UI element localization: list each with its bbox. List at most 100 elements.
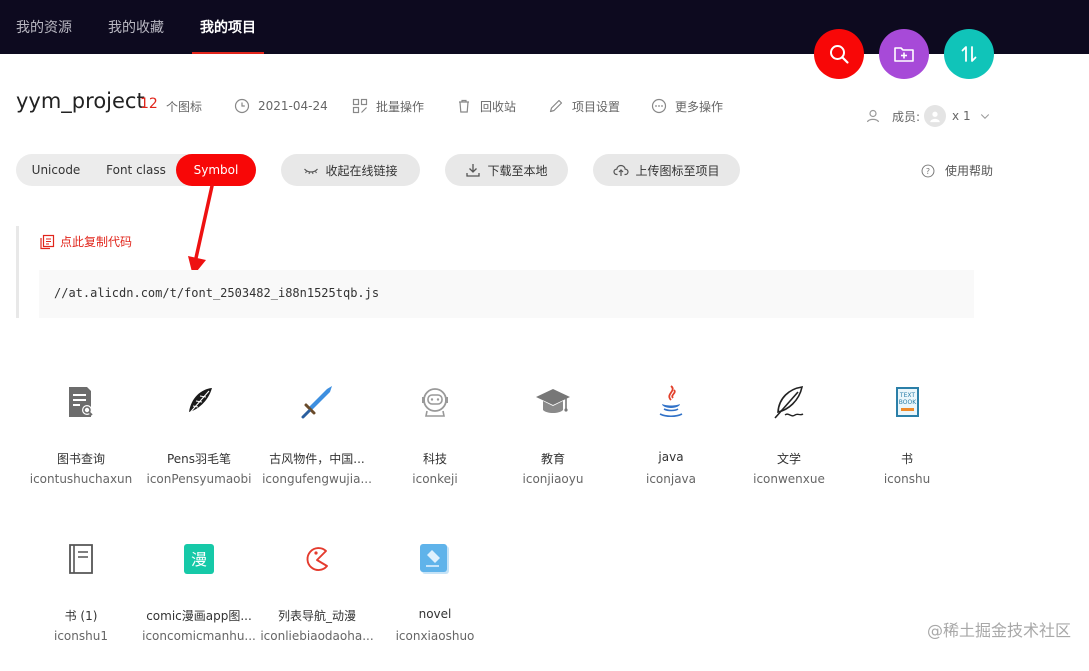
- copy-code-button[interactable]: 点此复制代码: [39, 233, 132, 250]
- sort-icon: [961, 46, 977, 62]
- help-label: 使用帮助: [945, 164, 994, 178]
- annotation-arrow: [188, 184, 214, 276]
- code-mode-switch: Unicode Font class Symbol: [16, 154, 256, 186]
- clock-icon: [234, 98, 250, 114]
- novel-icon: [420, 544, 449, 574]
- eye-closed-icon: [304, 168, 319, 175]
- textbook-icon: TEXT BOOK: [896, 387, 919, 417]
- icon-name: 列表导航_动漫: [277, 609, 356, 623]
- icon-class: iconliebiaodaoha...: [260, 629, 374, 643]
- svg-text:TEXT: TEXT: [899, 392, 915, 399]
- pacman-icon: [306, 547, 328, 571]
- icon-name: 图书查询: [56, 452, 105, 466]
- project-settings-button[interactable]: 项目设置: [548, 96, 620, 116]
- avatar: [924, 105, 947, 127]
- icon-card[interactable]: TEXT BOOK 书 iconshu: [848, 384, 966, 514]
- sort-button[interactable]: [944, 29, 994, 79]
- project-settings-label: 项目设置: [572, 99, 621, 114]
- icon-name: 古风物件，中国...: [269, 452, 365, 466]
- icon-card[interactable]: 教育 iconjiaoyu: [494, 384, 612, 514]
- icon-name: java: [658, 450, 684, 464]
- svg-text:BOOK: BOOK: [899, 399, 917, 406]
- code-box: //at.alicdn.com/t/font_2503482_i88n1525t…: [39, 270, 974, 318]
- project-date: 2021-04-24: [234, 96, 328, 116]
- icon-card[interactable]: 书 (1) iconshu1: [22, 541, 140, 671]
- recycle-bin-button[interactable]: 回收站: [456, 96, 516, 116]
- chevron-down-icon: [980, 114, 989, 119]
- add-folder-button[interactable]: [879, 29, 929, 79]
- book-icon: [69, 544, 93, 574]
- search-button[interactable]: [814, 29, 864, 79]
- code-block-border: [16, 226, 19, 318]
- icon-card[interactable]: 科技 iconkeji: [376, 384, 494, 514]
- astronaut-icon: [422, 388, 448, 417]
- grid-edit-icon: [352, 98, 368, 114]
- icon-name: 书 (1): [64, 609, 98, 623]
- java-icon: [659, 385, 683, 418]
- icon-name: 科技: [422, 452, 447, 466]
- icon-class: icongufengwujia...: [262, 472, 372, 486]
- collapse-link-button[interactable]: 收起在线链接: [281, 154, 420, 186]
- icon-class: icontushuchaxun: [29, 472, 133, 486]
- icon-name: 书: [900, 452, 913, 466]
- avatar-icon: [930, 111, 940, 123]
- project-date-text: 2021-04-24: [258, 99, 328, 113]
- quill-icon: [774, 386, 804, 419]
- folder-add-icon: [894, 47, 914, 62]
- recycle-bin-label: 回收站: [480, 99, 517, 114]
- icon-card[interactable]: 文学 iconwenxue: [730, 384, 848, 514]
- icon-count-unit: 个图标: [166, 100, 203, 114]
- cloud-upload-icon: [613, 164, 630, 176]
- search-icon: [830, 45, 849, 64]
- graduation-cap-icon: [536, 389, 570, 413]
- tab-my-projects[interactable]: 我的项目: [192, 0, 264, 54]
- icon-name: comic漫画app图...: [146, 609, 252, 623]
- icon-card[interactable]: Pens羽毛笔 iconPensyumaobi: [140, 384, 258, 514]
- icon-name: Pens羽毛笔: [166, 452, 232, 466]
- icon-card[interactable]: 列表导航_动漫 iconliebiaodaoha...: [258, 541, 376, 671]
- svg-text:漫: 漫: [191, 550, 207, 569]
- sword-icon: [301, 386, 332, 419]
- download-button[interactable]: 下载至本地: [445, 154, 568, 186]
- mode-font-class[interactable]: Font class: [96, 154, 176, 186]
- icon-card[interactable]: 漫 comic漫画app图... iconcomicmanhu...: [140, 541, 258, 671]
- tab-my-favorites[interactable]: 我的收藏: [108, 0, 164, 54]
- help-link[interactable]: ? 使用帮助: [921, 162, 993, 179]
- icon-class: iconkeji: [412, 472, 458, 486]
- symbol-js-url[interactable]: //at.alicdn.com/t/font_2503482_i88n1525t…: [54, 286, 379, 300]
- batch-ops-button[interactable]: 批量操作: [352, 96, 424, 116]
- book-search-icon: [69, 387, 93, 417]
- copy-icon: [40, 234, 55, 249]
- comic-icon: 漫: [184, 544, 214, 574]
- icon-card[interactable]: novel iconxiaoshuo: [376, 541, 494, 671]
- svg-text:?: ?: [926, 167, 930, 176]
- feather-pen-icon: [186, 388, 212, 417]
- members-count: x 1: [952, 109, 971, 123]
- trash-icon: [459, 99, 469, 113]
- icon-card[interactable]: 图书查询 icontushuchaxun: [22, 384, 140, 514]
- help-icon: ?: [921, 164, 935, 177]
- members-dropdown[interactable]: 成员: x 1: [866, 105, 991, 127]
- batch-ops-label: 批量操作: [376, 99, 425, 114]
- icon-class: iconshu: [883, 472, 931, 486]
- mode-unicode[interactable]: Unicode: [16, 154, 96, 186]
- project-title: yym_project: [16, 89, 145, 113]
- icon-card[interactable]: java iconjava: [612, 384, 730, 514]
- upload-button[interactable]: 上传图标至项目: [593, 154, 740, 186]
- icon-name: 教育: [540, 452, 565, 466]
- members-icon: [866, 109, 880, 123]
- icon-class: iconjava: [645, 472, 697, 486]
- icon-class: iconcomicmanhu...: [142, 629, 256, 643]
- icon-class: iconwenxue: [753, 472, 825, 486]
- icon-card[interactable]: 古风物件，中国... icongufengwujia...: [258, 384, 376, 514]
- tab-my-resources[interactable]: 我的资源: [16, 0, 72, 54]
- icon-count: 12: [140, 96, 158, 112]
- download-icon: [466, 164, 481, 177]
- more-dots-icon: [651, 98, 667, 114]
- members-label: 成员:: [892, 109, 921, 124]
- upload-label: 上传图标至项目: [635, 163, 720, 178]
- more-ops-label: 更多操作: [675, 99, 724, 114]
- more-ops-button[interactable]: 更多操作: [651, 96, 723, 116]
- icon-name: novel: [418, 607, 452, 621]
- collapse-link-label: 收起在线链接: [325, 163, 398, 178]
